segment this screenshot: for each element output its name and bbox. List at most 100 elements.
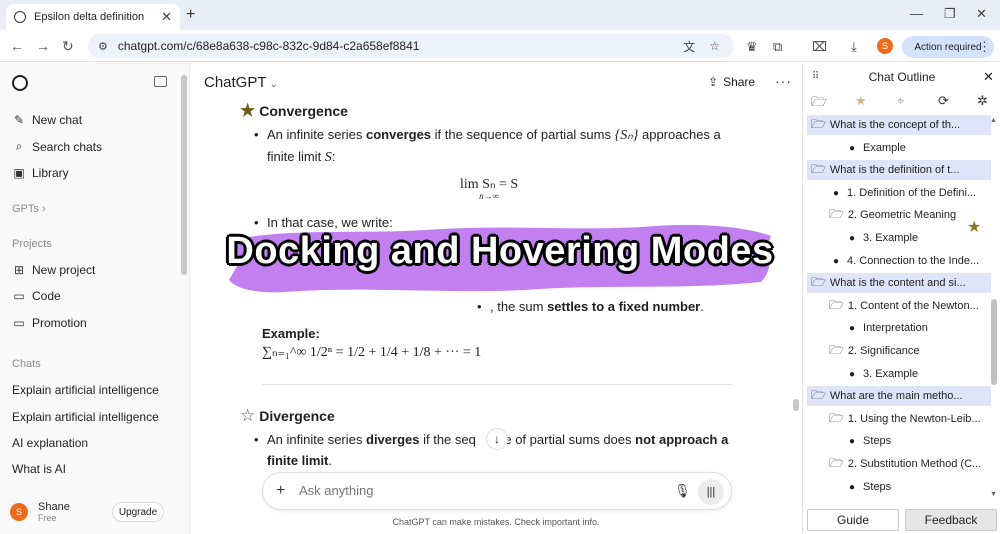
outline-sub-item[interactable]: 🗁 2. Geometric Meaning bbox=[807, 205, 991, 225]
chat-scrollbar[interactable] bbox=[793, 399, 799, 411]
project-new[interactable]: ⊞ New project bbox=[12, 263, 95, 277]
divergence-heading: ☆ Divergence bbox=[240, 406, 335, 426]
folder-open-icon: 🗁 bbox=[829, 410, 844, 425]
outline-question-item[interactable]: 🗁 What is the definition of t... bbox=[807, 160, 991, 180]
chatgpt-favicon-icon bbox=[14, 11, 26, 23]
outline-scrollbar[interactable] bbox=[991, 299, 997, 385]
refresh-icon[interactable]: ⟳ bbox=[938, 93, 949, 109]
outline-sub-item[interactable]: ● 4. Connection to the Inde... bbox=[807, 251, 991, 271]
outline-sub-item[interactable]: ● 3. Example bbox=[807, 228, 991, 248]
new-chat-button[interactable]: ✎ New chat bbox=[12, 113, 82, 127]
share-icon: ⇪ bbox=[708, 75, 719, 89]
bullet-dot-icon: ● bbox=[849, 368, 856, 380]
bullet-dot-icon: ● bbox=[849, 232, 856, 244]
site-info-icon[interactable]: ⚙ bbox=[98, 40, 108, 53]
sidebar-scrollbar[interactable] bbox=[181, 75, 187, 275]
chat-history-item[interactable]: AI explanation bbox=[12, 436, 88, 450]
pencil-icon: ✎ bbox=[13, 113, 25, 127]
outline-sub-item[interactable]: ● 3. Example bbox=[807, 364, 991, 384]
voice-mode-icon[interactable]: ||| bbox=[698, 479, 724, 505]
user-name: Shane bbox=[38, 501, 70, 513]
scroll-up-arrow-icon[interactable]: ▲ bbox=[990, 117, 997, 124]
sidebar: ✎ New chat ⌕ Search chats ▣ Library GPTs… bbox=[0, 63, 190, 534]
new-tab-icon[interactable]: + bbox=[186, 6, 195, 24]
guide-button[interactable]: Guide bbox=[807, 509, 899, 531]
chatgpt-logo-icon[interactable] bbox=[12, 75, 28, 91]
projects-header: Projects bbox=[12, 238, 52, 250]
outline-header: ⠿ Chat Outline ✕ bbox=[803, 63, 1000, 89]
outline-item-label: Example bbox=[863, 142, 906, 154]
outline-question-item[interactable]: 🗁 What are the main metho... bbox=[807, 386, 991, 406]
outline-sub-item[interactable]: 🗁 2. Significance bbox=[807, 341, 991, 361]
project-promotion[interactable]: ▭ Promotion bbox=[12, 316, 86, 330]
share-button[interactable]: ⇪ Share bbox=[708, 75, 755, 89]
browser-tabbar: Epsilon delta definition ✕ + — ❐ ✕ bbox=[0, 0, 1000, 30]
bullet-dot-icon: ● bbox=[849, 322, 856, 334]
folder-open-icon: 🗁 bbox=[811, 116, 826, 131]
profile-avatar[interactable]: S bbox=[877, 38, 893, 54]
outline-list: 🗁 What is the concept of th... ● Example 🗁 Wh… bbox=[807, 115, 991, 503]
outline-sub-item[interactable]: 🗁 1. Using the Newton-Leib... bbox=[807, 409, 991, 429]
window-close-icon[interactable]: ✕ bbox=[976, 6, 987, 22]
outline-sub-item[interactable]: ● Interpretation bbox=[807, 318, 991, 338]
browser-menu-icon[interactable]: ⋮ bbox=[978, 39, 991, 55]
reload-icon[interactable]: ↻ bbox=[62, 38, 74, 55]
upgrade-button[interactable]: Upgrade bbox=[112, 502, 164, 522]
forward-icon[interactable]: → bbox=[36, 38, 50, 54]
outline-sub-item[interactable]: ● 1. Definition of the Defini... bbox=[807, 183, 991, 203]
outline-item-label: 1. Definition of the Defini... bbox=[847, 187, 977, 199]
cast-icon[interactable]: ⌧ bbox=[812, 39, 827, 55]
dock-mode-icon[interactable]: ✲ bbox=[977, 93, 988, 109]
project-code[interactable]: ▭ Code bbox=[12, 289, 60, 303]
outline-sub-item[interactable]: 🗁 2. Substitution Method (C... bbox=[807, 454, 991, 474]
star-filled-icon[interactable]: ★ bbox=[240, 101, 255, 121]
outline-item-label: Interpretation bbox=[863, 322, 928, 334]
browser-tab[interactable]: Epsilon delta definition ✕ bbox=[6, 4, 180, 30]
banner-title: Docking and Hovering Modes bbox=[226, 230, 774, 272]
prompt-input[interactable] bbox=[299, 483, 659, 498]
outline-sub-item[interactable]: ● Steps bbox=[807, 431, 991, 451]
extension-icon[interactable]: ♛ bbox=[746, 39, 758, 55]
bullet-dot-icon: ● bbox=[849, 481, 856, 493]
bookmark-star-icon[interactable]: ☆ bbox=[709, 39, 720, 53]
library-icon: ▣ bbox=[13, 166, 25, 180]
starred-item-icon[interactable]: ★ bbox=[967, 217, 981, 237]
bullet-dot-icon: ● bbox=[849, 435, 856, 447]
folder-open-icon[interactable]: 🗁 bbox=[811, 93, 827, 115]
close-tab-icon[interactable]: ✕ bbox=[161, 9, 172, 25]
restore-icon[interactable]: ❐ bbox=[944, 6, 956, 22]
outline-sub-item[interactable]: ● Steps bbox=[807, 477, 991, 497]
chat-history-item[interactable]: What is AI bbox=[12, 462, 66, 476]
user-menu[interactable]: S Shane Free bbox=[10, 501, 70, 523]
model-selector[interactable]: ChatGPT ⌄ bbox=[204, 74, 278, 91]
chat-history-item[interactable]: Explain artificial intelligence bbox=[12, 383, 159, 397]
microphone-icon[interactable]: 🎙 bbox=[674, 483, 691, 499]
outline-sub-item[interactable]: 🗁 1. Content of the Newton... bbox=[807, 296, 991, 316]
chat-history-item[interactable]: Explain artificial intelligence bbox=[12, 410, 159, 424]
star-outline-icon[interactable]: ☆ bbox=[240, 406, 255, 426]
back-icon[interactable]: ← bbox=[10, 38, 24, 54]
search-chats-button[interactable]: ⌕ Search chats bbox=[12, 139, 102, 154]
feedback-button[interactable]: Feedback bbox=[905, 509, 997, 531]
close-icon[interactable]: ✕ bbox=[983, 69, 994, 85]
minimize-icon[interactable]: — bbox=[910, 6, 923, 21]
scroll-down-arrow-icon[interactable]: ▼ bbox=[990, 491, 997, 498]
download-icon[interactable]: ⤓ bbox=[851, 39, 857, 55]
outline-item-label: 1. Using the Newton-Leib... bbox=[847, 413, 981, 425]
locate-icon[interactable]: ⌖ bbox=[897, 93, 904, 109]
outline-question-item[interactable]: 🗁 What is the content and si... bbox=[807, 273, 991, 293]
translate-icon[interactable]: 文 bbox=[683, 38, 695, 55]
convergence-heading: ★ Convergence bbox=[240, 101, 348, 121]
sidebar-toggle-icon[interactable] bbox=[154, 76, 167, 87]
tab-title: Epsilon delta definition bbox=[34, 11, 145, 23]
outline-question-item[interactable]: 🗁 What is the concept of th... bbox=[807, 115, 991, 135]
gpts-link[interactable]: GPTs › bbox=[12, 203, 46, 215]
scroll-down-button[interactable]: ↓ bbox=[486, 428, 508, 450]
star-filter-icon[interactable]: ★ bbox=[855, 93, 867, 109]
library-button[interactable]: ▣ Library bbox=[12, 166, 68, 180]
more-options-icon[interactable]: ··· bbox=[775, 73, 792, 89]
extensions-puzzle-icon[interactable]: ⧉ bbox=[773, 39, 782, 55]
attach-plus-icon[interactable]: + bbox=[276, 482, 285, 500]
outline-sub-item[interactable]: ● Example bbox=[807, 138, 991, 158]
address-bar[interactable]: ⚙ chatgpt.com/c/68e8a638-c98c-832c-9d84-… bbox=[88, 34, 734, 58]
